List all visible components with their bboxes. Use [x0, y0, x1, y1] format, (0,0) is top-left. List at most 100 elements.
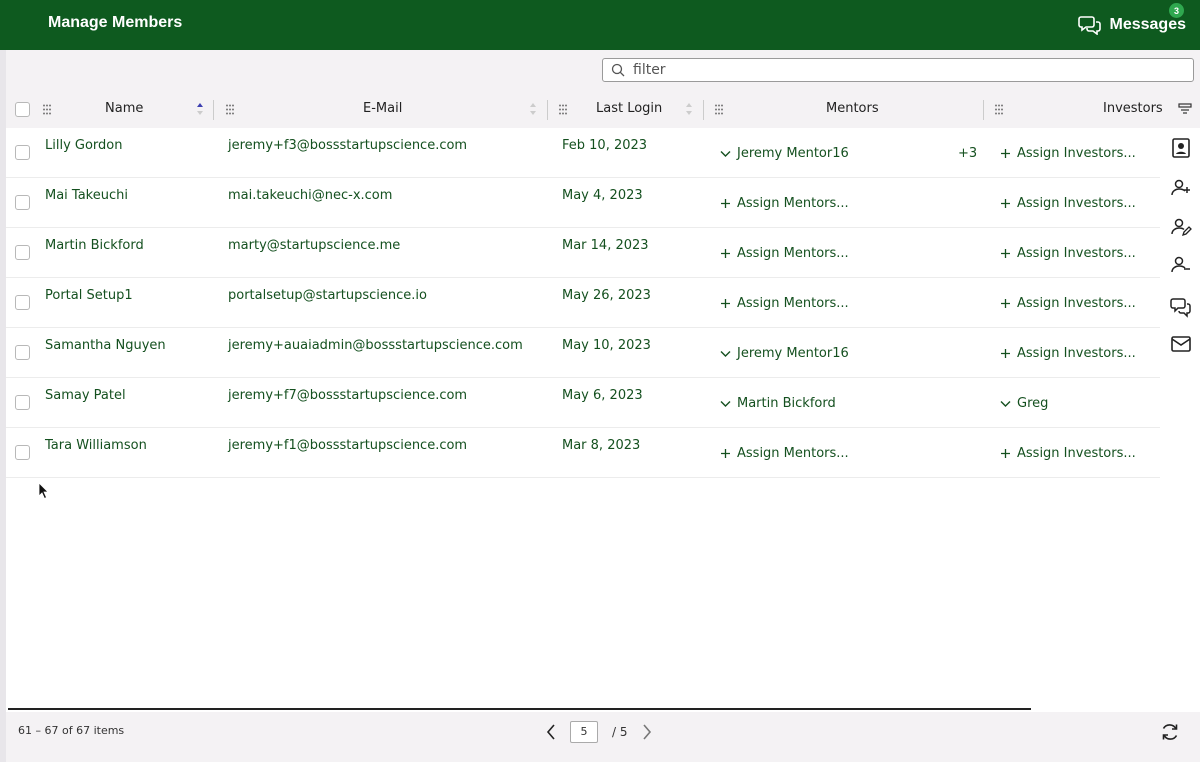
table-row[interactable]: Lilly Gordon jeremy+f3@bossstartupscience…: [6, 128, 1160, 178]
contact-card-icon[interactable]: [1170, 137, 1192, 159]
next-page-icon[interactable]: [642, 724, 652, 740]
drag-handle-icon[interactable]: [42, 104, 52, 115]
filter-input[interactable]: [633, 62, 1173, 78]
table-row[interactable]: Portal Setup1 portalsetup@startupscience.…: [6, 278, 1160, 328]
assign-investors-button[interactable]: Assign Investors...: [1000, 346, 1136, 361]
drag-handle-icon[interactable]: [225, 104, 235, 115]
member-name-link[interactable]: Tara Williamson: [45, 438, 147, 453]
previous-page-icon[interactable]: [546, 724, 556, 740]
mentor-dropdown[interactable]: Jeremy Mentor16: [720, 146, 849, 161]
drag-handle-icon[interactable]: [714, 104, 724, 115]
member-name-link[interactable]: Samantha Nguyen: [45, 338, 166, 353]
row-checkbox[interactable]: [15, 445, 30, 460]
pagination-footer: 61 – 67 of 67 items 5 / 5: [6, 712, 1200, 762]
investor-label: Greg: [1017, 396, 1049, 411]
column-settings-icon[interactable]: [1178, 103, 1192, 115]
member-email: jeremy+auaiadmin@bossstartupscience.com: [228, 338, 523, 353]
column-header-last-login[interactable]: Last Login: [576, 92, 686, 128]
plus-icon: [721, 449, 730, 458]
drag-handle-icon[interactable]: [558, 104, 568, 115]
chevron-down-icon: [720, 400, 731, 407]
sort-ascending-icon[interactable]: [196, 102, 204, 116]
plus-icon: [1001, 199, 1010, 208]
row-checkbox[interactable]: [15, 395, 30, 410]
investor-label: Assign Investors...: [1017, 446, 1136, 461]
member-email: jeremy+f7@bossstartupscience.com: [228, 388, 468, 403]
assign-mentors-button[interactable]: Assign Mentors...: [720, 196, 849, 211]
edit-user-icon[interactable]: [1170, 216, 1192, 238]
investor-label: Assign Investors...: [1017, 146, 1136, 161]
table-row[interactable]: Martin Bickford marty@startupscience.me Ma…: [6, 228, 1160, 278]
assign-mentors-button[interactable]: Assign Mentors...: [720, 246, 849, 261]
member-name-link[interactable]: Martin Bickford: [45, 238, 144, 253]
member-name-link[interactable]: Mai Takeuchi: [45, 188, 128, 203]
member-email: jeremy+f1@bossstartupscience.com: [228, 438, 468, 453]
member-email: marty@startupscience.me: [228, 238, 401, 253]
sort-icon[interactable]: [685, 102, 693, 116]
mouse-cursor-icon: [38, 482, 49, 500]
chat-icon[interactable]: [1170, 296, 1192, 318]
column-divider[interactable]: [703, 100, 704, 120]
mail-icon[interactable]: [1170, 333, 1192, 355]
app-header: Manage Members Messages 3: [0, 0, 1200, 50]
assign-mentors-button[interactable]: Assign Mentors...: [720, 446, 849, 461]
assign-investors-button[interactable]: Assign Investors...: [1000, 246, 1136, 261]
chevron-down-icon: [720, 150, 731, 157]
drag-handle-icon[interactable]: [994, 104, 1004, 115]
mentor-label: Assign Mentors...: [737, 246, 849, 261]
assign-investors-button[interactable]: Assign Investors...: [1000, 146, 1136, 161]
more-mentors-count[interactable]: +3: [958, 146, 977, 161]
item-count: 61 – 67 of 67 items: [18, 724, 125, 737]
member-name-link[interactable]: Portal Setup1: [45, 288, 133, 303]
column-header-name[interactable]: Name: [66, 92, 206, 128]
sort-icon[interactable]: [529, 102, 537, 116]
row-checkbox[interactable]: [15, 295, 30, 310]
member-name-link[interactable]: Samay Patel: [45, 388, 126, 403]
select-all-checkbox[interactable]: [15, 102, 30, 117]
row-checkbox[interactable]: [15, 345, 30, 360]
page-title: Manage Members: [48, 14, 183, 31]
assign-investors-button[interactable]: Assign Investors...: [1000, 446, 1136, 461]
refresh-icon[interactable]: [1160, 722, 1180, 742]
plus-icon: [1001, 349, 1010, 358]
messages-label: Messages: [1109, 16, 1187, 33]
table-row[interactable]: Tara Williamson jeremy+f1@bossstartupscie…: [6, 428, 1160, 478]
messages-button[interactable]: Messages 3: [1077, 3, 1187, 38]
row-checkbox[interactable]: [15, 245, 30, 260]
remove-user-icon[interactable]: [1170, 254, 1192, 276]
footer-divider: [8, 708, 1031, 710]
table-row[interactable]: Samantha Nguyen jeremy+auaiadmin@bossstar…: [6, 328, 1160, 378]
column-divider[interactable]: [213, 100, 214, 120]
assign-investors-button[interactable]: Assign Investors...: [1000, 196, 1136, 211]
table-row[interactable]: Mai Takeuchi mai.takeuchi@nec-x.com May 4,…: [6, 178, 1160, 228]
filter-box[interactable]: [602, 58, 1194, 82]
page-number-input[interactable]: 5: [570, 721, 598, 743]
add-user-icon[interactable]: [1170, 177, 1192, 199]
assign-mentors-button[interactable]: Assign Mentors...: [720, 296, 849, 311]
column-header-email[interactable]: E-Mail: [246, 92, 536, 128]
column-label-last-login: Last Login: [596, 101, 663, 116]
column-header-mentors[interactable]: Mentors: [736, 92, 976, 128]
member-email: jeremy+f3@bossstartupscience.com: [228, 138, 468, 153]
plus-icon: [1001, 249, 1010, 258]
investor-dropdown[interactable]: Greg: [1000, 396, 1048, 411]
row-checkbox[interactable]: [15, 195, 30, 210]
total-pages: / 5: [612, 725, 628, 739]
mentor-dropdown[interactable]: Martin Bickford: [720, 396, 836, 411]
member-email: portalsetup@startupscience.io: [228, 288, 427, 303]
row-checkbox[interactable]: [15, 145, 30, 160]
mentor-dropdown[interactable]: Jeremy Mentor16: [720, 346, 849, 361]
mentor-label: Assign Mentors...: [737, 296, 849, 311]
member-last-login: Mar 14, 2023: [562, 238, 649, 253]
assign-investors-button[interactable]: Assign Investors...: [1000, 296, 1136, 311]
column-divider[interactable]: [983, 100, 984, 120]
table-header: Name E-Mail Last Login Mentors Investors: [6, 92, 1200, 128]
mentor-label: Assign Mentors...: [737, 446, 849, 461]
pager: 5 / 5: [546, 720, 652, 744]
column-divider[interactable]: [547, 100, 548, 120]
member-name-link[interactable]: Lilly Gordon: [45, 138, 123, 153]
table-row[interactable]: Samay Patel jeremy+f7@bossstartupscience.…: [6, 378, 1160, 428]
mentor-label: Martin Bickford: [737, 396, 836, 411]
column-header-investors[interactable]: Investors: [1096, 92, 1176, 128]
member-last-login: Feb 10, 2023: [562, 138, 648, 153]
